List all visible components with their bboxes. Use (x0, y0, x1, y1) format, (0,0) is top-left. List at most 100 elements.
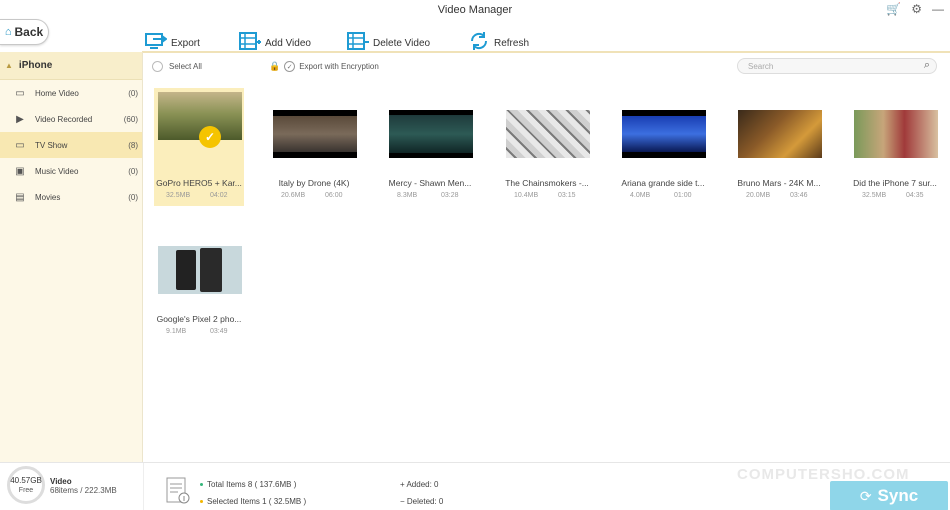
sidebar-item-count: (0) (128, 166, 138, 176)
video-card[interactable]: Ariana grande side t... 4.0MB 01:00 (618, 88, 708, 206)
sidebar-item-label: TV Show (35, 140, 68, 150)
search-icon[interactable]: ⌕ (924, 59, 930, 72)
checkmark-icon: ✓ (284, 61, 296, 72)
settings-gear-icon[interactable]: ⚙ (911, 2, 922, 16)
selection-bar: Select All 🔒 ✓ Export with Encryption Se… (143, 57, 950, 77)
video-card[interactable]: Google's Pixel 2 pho... 9.1MB 03:49 (154, 224, 244, 342)
video-size: 4.0MB (630, 192, 651, 199)
video-thumbnail (738, 110, 822, 158)
add-video-icon (239, 32, 261, 50)
sidebar-item-label: Home Video (35, 88, 79, 98)
free-space-label: Free (18, 486, 34, 494)
video-size: 32.5MB (166, 192, 191, 199)
tv-icon: ▭ (15, 139, 25, 151)
video-duration: 04:35 (906, 192, 924, 199)
video-title: Bruno Mars - 24K M... (737, 178, 821, 188)
sidebar-item-video-recorded[interactable]: ▶ Video Recorded (60) (0, 106, 142, 132)
video-title: GoPro HERO5 + Kar... (156, 178, 242, 188)
sidebar-item-label: Music Video (35, 166, 79, 176)
video-size: 8.3MB (397, 192, 418, 199)
select-all-label: Select All (169, 62, 202, 71)
video-duration: 03:28 (441, 192, 459, 199)
divider (143, 463, 144, 510)
video-duration: 03:46 (790, 192, 808, 199)
camera-icon: ▶ (16, 113, 24, 125)
selected-items: Selected Items 1 ( 32.5MB ) (207, 497, 307, 506)
select-all-checkbox[interactable]: Select All (152, 61, 202, 72)
sidebar-item-movies[interactable]: ▤ Movies (0) (0, 184, 142, 210)
sidebar-item-count: (0) (128, 88, 138, 98)
free-space-value: 40.57GB (10, 475, 42, 485)
window-title: Video Manager (437, 4, 513, 16)
video-title: Ariana grande side t... (621, 178, 705, 188)
export-encryption-checkbox[interactable]: 🔒 ✓ Export with Encryption (269, 61, 379, 72)
sidebar-item-count: (8) (128, 140, 138, 150)
storage-ring: 40.57GB Free (7, 466, 45, 504)
category-name: Video (50, 477, 72, 486)
lock-icon: 🔒 (269, 61, 281, 71)
selected-check-icon: ✓ (199, 126, 221, 148)
sync-button[interactable]: ⟳ Sync (830, 481, 948, 510)
video-duration: 03:15 (558, 192, 576, 199)
delete-video-icon (347, 32, 369, 50)
sidebar-item-count: (60) (123, 114, 138, 124)
video-card[interactable]: Italy by Drone (4K) 20.6MB 06:00 (269, 88, 359, 206)
add-video-button[interactable]: Add Video (239, 26, 311, 50)
monitor-icon: ▭ (15, 87, 25, 99)
video-thumbnail (389, 110, 473, 158)
minus-icon: − (400, 497, 407, 506)
sidebar-item-label: Video Recorded (35, 114, 93, 124)
search-placeholder: Search (748, 62, 774, 71)
device-name: iPhone (18, 60, 53, 71)
video-thumbnail (158, 246, 242, 294)
sidebar: ▲ iPhone ▭ Home Video (0) ▶ Video Record… (0, 52, 143, 462)
video-duration: 03:49 (210, 328, 228, 335)
sidebar-item-tv-show[interactable]: ▭ TV Show (8) (0, 132, 142, 158)
video-size: 9.1MB (166, 328, 187, 335)
sidebar-item-home-video[interactable]: ▭ Home Video (0) (0, 80, 142, 106)
video-size: 32.5MB (862, 192, 887, 199)
category-stats: 68items / 222.3MB (50, 486, 117, 495)
video-size: 20.0MB (746, 192, 771, 199)
cart-icon[interactable]: 🛒 (886, 2, 901, 16)
video-title: Mercy - Shawn Men... (388, 178, 472, 188)
sync-label: Sync (877, 486, 919, 505)
sidebar-item-count: (0) (128, 192, 138, 202)
select-all-circle-icon (152, 61, 163, 72)
video-card[interactable]: ✓ GoPro HERO5 + Kar... 32.5MB 04:02 (154, 88, 244, 206)
video-size: 20.6MB (281, 192, 306, 199)
export-encryption-label: Export with Encryption (299, 62, 379, 71)
minimize-icon[interactable]: — (932, 2, 944, 16)
video-thumbnail (506, 110, 590, 158)
video-card[interactable]: Mercy - Shawn Men... 8.3MB 03:28 (385, 88, 475, 206)
sidebar-item-music-video[interactable]: ▣ Music Video (0) (0, 158, 142, 184)
device-iphone[interactable]: ▲ iPhone (0, 52, 142, 80)
collapse-triangle-icon[interactable]: ▲ (5, 61, 13, 70)
document-info-icon (166, 477, 190, 504)
title-bar: Video Manager 🛒 ⚙ — (0, 0, 950, 20)
video-card[interactable]: The Chainsmokers -... 10.4MB 03:15 (502, 88, 592, 206)
refresh-button[interactable]: Refresh (468, 26, 529, 50)
video-title: Did the iPhone 7 sur... (853, 178, 937, 188)
refresh-label: Refresh (494, 38, 530, 49)
video-card[interactable]: Bruno Mars - 24K M... 20.0MB 03:46 (734, 88, 824, 206)
selected-dot (200, 500, 203, 504)
toolbar: Export Add Video Delete Video Refresh (0, 20, 950, 52)
film-icon: ▤ (15, 191, 25, 203)
video-card[interactable]: Did the iPhone 7 sur... 32.5MB 04:35 (850, 88, 940, 206)
video-title: Italy by Drone (4K) (278, 178, 350, 188)
music-video-icon: ▣ (15, 165, 25, 177)
video-duration: 06:00 (325, 192, 343, 199)
export-button[interactable]: Export (145, 26, 200, 50)
video-thumbnail (273, 110, 357, 158)
sync-icon: ⟳ (859, 487, 872, 504)
search-input[interactable]: Search ⌕ (737, 58, 937, 74)
deleted-count: Deleted: 0 (406, 497, 444, 506)
delete-video-label: Delete Video (373, 38, 431, 49)
added-count: Added: 0 (406, 480, 439, 489)
video-title: Google's Pixel 2 pho... (156, 314, 242, 324)
refresh-icon (470, 32, 488, 50)
status-bar: 40.57GB Free Video 68items / 222.3MB Tot… (0, 462, 950, 510)
video-thumbnail (622, 110, 706, 158)
delete-video-button[interactable]: Delete Video (347, 26, 430, 50)
